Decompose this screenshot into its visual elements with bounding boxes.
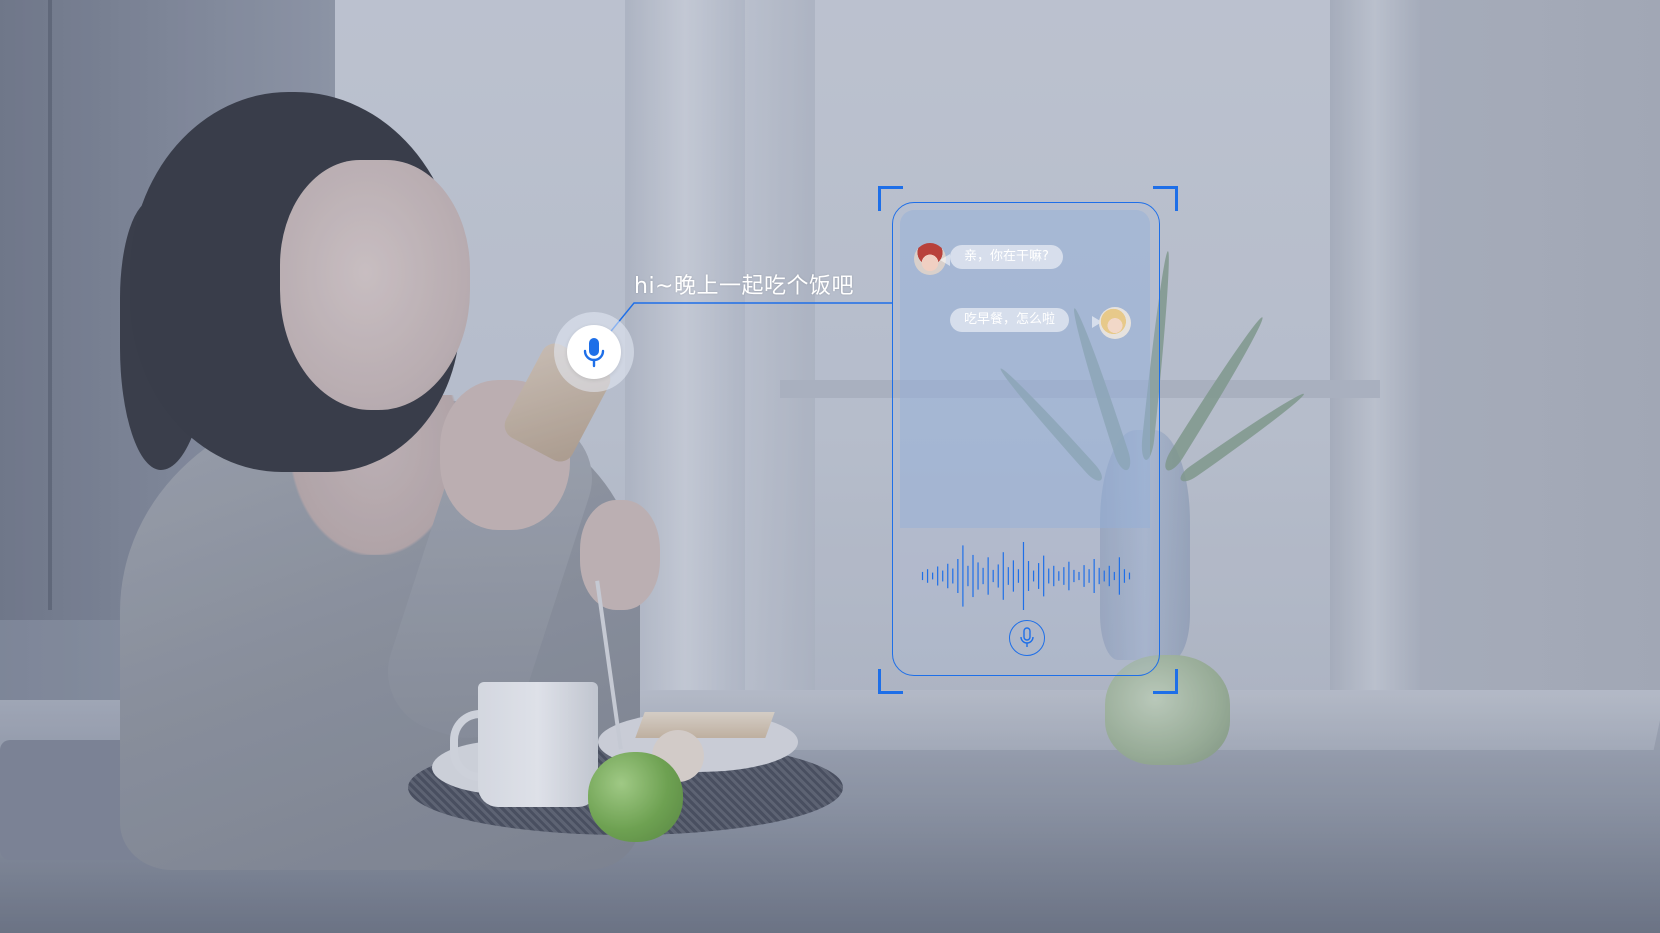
voice-mic-button[interactable]	[567, 325, 621, 379]
bubble-tail	[940, 254, 950, 266]
frame-corner-top-left	[878, 186, 903, 211]
frame-corner-bottom-left	[878, 669, 903, 694]
color-tint	[0, 0, 1660, 933]
avatar	[1099, 307, 1131, 339]
voice-input-text: hi~晚上一起吃个饭吧	[634, 274, 854, 299]
scene: hi~晚上一起吃个饭吧 亲，你在干嘛? 吃早餐，怎么啦	[0, 0, 1660, 933]
chat-bubble-sent: 吃早餐，怎么啦	[950, 308, 1070, 332]
frame-corner-top-right	[1153, 186, 1178, 211]
frame-corner-bottom-right	[1153, 669, 1178, 694]
record-mic-button[interactable]	[1009, 620, 1045, 656]
microphone-icon	[1020, 627, 1034, 647]
voice-waveform	[921, 542, 1131, 610]
microphone-icon	[583, 338, 605, 368]
chat-bubble-received: 亲，你在干嘛?	[950, 245, 1063, 269]
